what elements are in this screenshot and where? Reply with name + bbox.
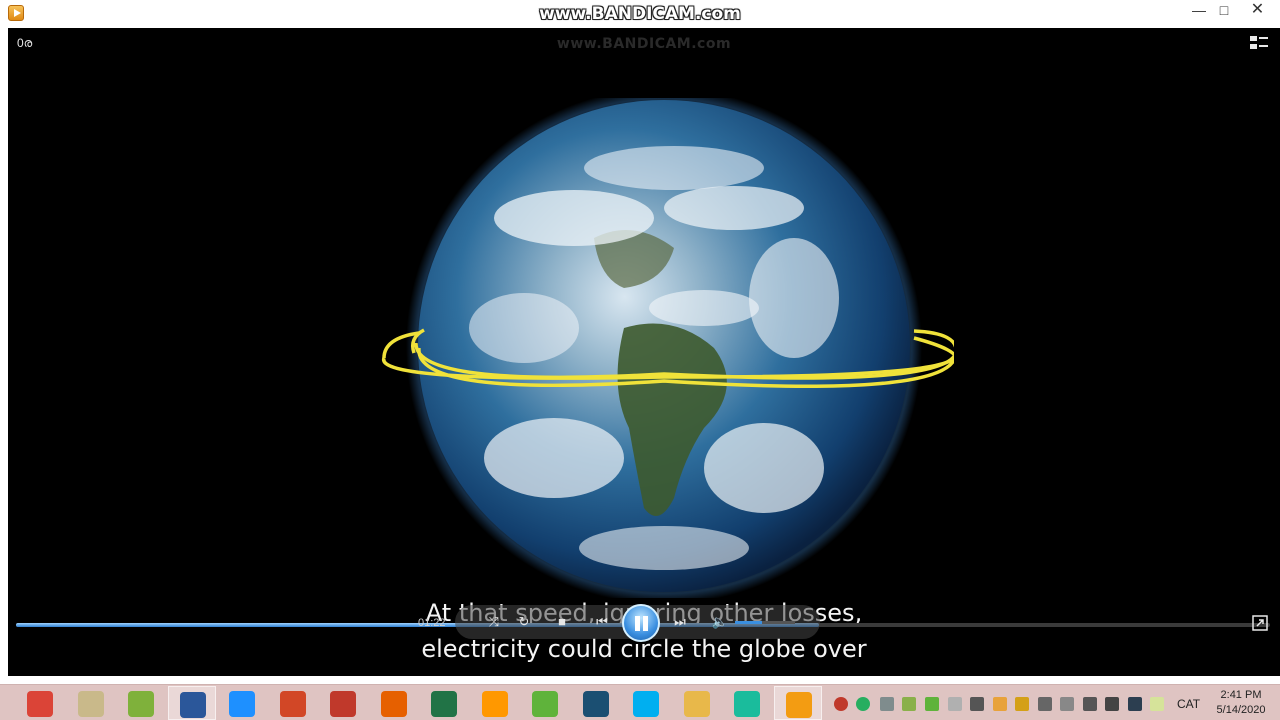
file-explorer-icon bbox=[683, 691, 710, 717]
phone-icon[interactable] bbox=[1083, 697, 1097, 711]
elapsed-time: 01:22 bbox=[418, 617, 446, 629]
bandicam-watermark: www.BANDICAM.com bbox=[539, 4, 741, 24]
previous-button[interactable]: ⏮ bbox=[590, 610, 614, 634]
taskbar-media-player-button[interactable] bbox=[773, 686, 822, 720]
notes-tray-icon[interactable] bbox=[1150, 697, 1164, 711]
taskbar-filmora-button[interactable] bbox=[723, 686, 771, 720]
stop-button[interactable]: ■ bbox=[550, 610, 574, 634]
next-button[interactable]: ⏭ bbox=[668, 610, 692, 634]
video-watermark: www.BANDICAM.com bbox=[556, 36, 732, 52]
shuffle-button[interactable]: ⤨ bbox=[482, 610, 506, 634]
powerpoint-icon bbox=[279, 691, 306, 717]
earth-image bbox=[374, 88, 958, 604]
taskbar-skype-button[interactable] bbox=[622, 686, 670, 720]
utorrent-icon bbox=[532, 691, 558, 717]
playlist-icon[interactable] bbox=[1250, 36, 1268, 50]
maximize-button[interactable]: □ bbox=[1210, 0, 1238, 22]
word-icon bbox=[179, 692, 206, 718]
excel-icon bbox=[431, 691, 457, 717]
chrome-icon bbox=[27, 691, 53, 717]
taskbar-utorrent-button[interactable] bbox=[521, 686, 569, 720]
volume-slider-fill bbox=[735, 621, 762, 624]
record-icon[interactable] bbox=[834, 697, 848, 711]
network-icon[interactable] bbox=[1128, 697, 1142, 711]
steam-icon bbox=[582, 691, 609, 717]
taskbar-file-explorer-button[interactable] bbox=[673, 686, 721, 720]
skype-icon bbox=[633, 691, 659, 717]
taskbar-internet-explorer-button[interactable] bbox=[218, 686, 266, 720]
tray-app-icon[interactable] bbox=[902, 697, 916, 711]
taskbar-picasa-button[interactable] bbox=[117, 686, 165, 720]
taskbar-notes-button[interactable] bbox=[67, 686, 115, 720]
volume-icon[interactable]: 🔈 bbox=[708, 610, 732, 634]
taskbar-sublime-button[interactable] bbox=[471, 686, 519, 720]
speaker-icon[interactable] bbox=[1105, 697, 1119, 711]
internet-explorer-icon bbox=[229, 691, 255, 717]
taskbar-powerpoint-button[interactable] bbox=[269, 686, 317, 720]
sublime-icon bbox=[481, 691, 508, 717]
security-icon[interactable] bbox=[993, 697, 1007, 711]
garena-icon bbox=[330, 691, 356, 717]
utorrent-tray-icon[interactable] bbox=[925, 697, 939, 711]
language-indicator[interactable]: CAT bbox=[1177, 697, 1200, 711]
clock-date: 5/14/2020 bbox=[1216, 704, 1266, 716]
filmora-icon bbox=[734, 691, 760, 717]
taskbar-excel-button[interactable] bbox=[420, 686, 468, 720]
video-area[interactable]: 0ര www.BANDICAM.com At losses, electrici… bbox=[8, 28, 1280, 676]
media-player-icon bbox=[785, 692, 812, 718]
network-warning-icon[interactable] bbox=[948, 697, 962, 711]
system-clock[interactable]: 2:41 PM 5/14/2020 bbox=[1212, 688, 1270, 718]
tools-icon[interactable] bbox=[1015, 697, 1029, 711]
switch-to-library-icon[interactable] bbox=[1252, 615, 1268, 631]
display-icon[interactable] bbox=[1038, 697, 1052, 711]
usb-icon[interactable] bbox=[880, 697, 894, 711]
volume-slider[interactable] bbox=[735, 621, 795, 624]
close-button[interactable]: ✕ bbox=[1235, 0, 1280, 22]
taskbar-chrome-button[interactable] bbox=[16, 686, 64, 720]
taskbar-firefox-button[interactable] bbox=[370, 686, 418, 720]
notes-icon bbox=[77, 691, 104, 717]
taskbar-garena-button[interactable] bbox=[319, 686, 367, 720]
clock-time: 2:41 PM bbox=[1220, 689, 1262, 701]
picasa-icon bbox=[128, 691, 154, 717]
sync-icon[interactable] bbox=[856, 697, 870, 711]
firefox-icon bbox=[380, 691, 407, 717]
taskbar-steam-button[interactable] bbox=[572, 686, 620, 720]
minimize-button[interactable]: — bbox=[1185, 0, 1213, 22]
title-bar: www.BANDICAM.com — □ ✕ bbox=[0, 0, 1280, 28]
signal-icon[interactable] bbox=[970, 697, 984, 711]
taskbar-word-button[interactable] bbox=[167, 686, 216, 720]
repeat-button[interactable]: ↻ bbox=[512, 610, 536, 634]
printer-icon[interactable] bbox=[1060, 697, 1074, 711]
pause-button[interactable] bbox=[622, 604, 660, 642]
